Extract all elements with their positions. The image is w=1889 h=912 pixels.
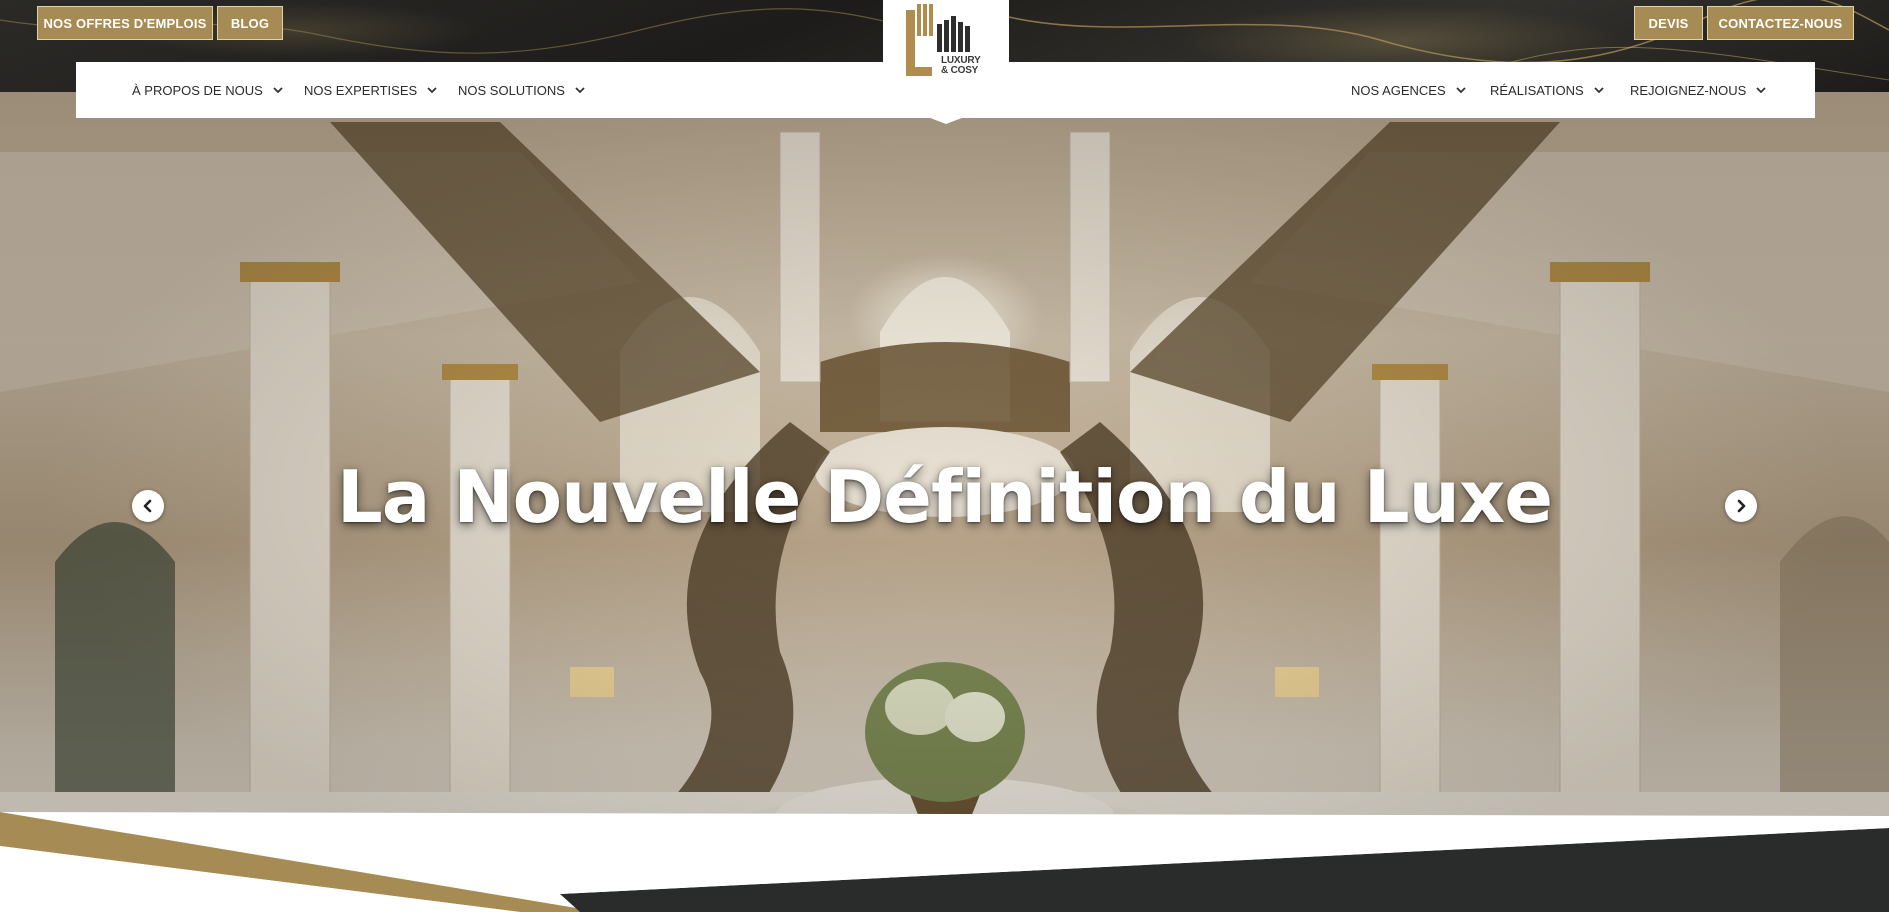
hero-slider: La Nouvelle Définition du Luxe	[0, 92, 1889, 912]
slider-prev-button[interactable]	[132, 490, 164, 522]
nav-item-realisations[interactable]: RÉALISATIONS	[1490, 62, 1605, 118]
chevron-down-icon	[1456, 87, 1466, 94]
nav-item-about[interactable]: À PROPOS DE NOUS	[132, 62, 284, 118]
hero-title: La Nouvelle Définition du Luxe	[336, 455, 1553, 539]
nav-item-label: À PROPOS DE NOUS	[132, 82, 263, 98]
nav-item-label: NOS EXPERTISES	[304, 82, 418, 98]
job-offers-button[interactable]: NOS OFFRES D'EMPLOIS	[37, 6, 213, 40]
chevron-right-icon	[1737, 499, 1746, 513]
logo-line-2: & COSY	[941, 65, 979, 76]
nav-item-expertises[interactable]: NOS EXPERTISES	[304, 62, 438, 118]
blog-button[interactable]: BLOG	[217, 6, 283, 40]
contact-button[interactable]: CONTACTEZ-NOUS	[1707, 6, 1854, 40]
chevron-left-icon	[143, 499, 152, 513]
quote-button[interactable]: DEVIS	[1634, 6, 1703, 40]
nav-item-solutions[interactable]: NOS SOLUTIONS	[458, 62, 586, 118]
hero-bottom-divider	[0, 812, 1889, 912]
chevron-down-icon	[1756, 87, 1766, 94]
chevron-down-icon	[575, 87, 585, 94]
nav-item-join-us[interactable]: REJOIGNEZ-NOUS	[1630, 62, 1767, 118]
chevron-down-icon	[273, 87, 283, 94]
chevron-down-icon	[427, 87, 437, 94]
nav-item-label: NOS SOLUTIONS	[458, 82, 565, 98]
nav-item-label: RÉALISATIONS	[1490, 82, 1584, 98]
slider-next-button[interactable]	[1725, 490, 1757, 522]
nav-item-agencies[interactable]: NOS AGENCES	[1351, 62, 1467, 118]
site-logo[interactable]: LUXURY & COSY	[883, 0, 1009, 124]
logo-wordmark: LUXURY & COSY	[941, 56, 981, 76]
nav-item-label: NOS AGENCES	[1351, 82, 1446, 98]
chevron-down-icon	[1594, 87, 1604, 94]
nav-item-label: REJOIGNEZ-NOUS	[1630, 82, 1747, 98]
